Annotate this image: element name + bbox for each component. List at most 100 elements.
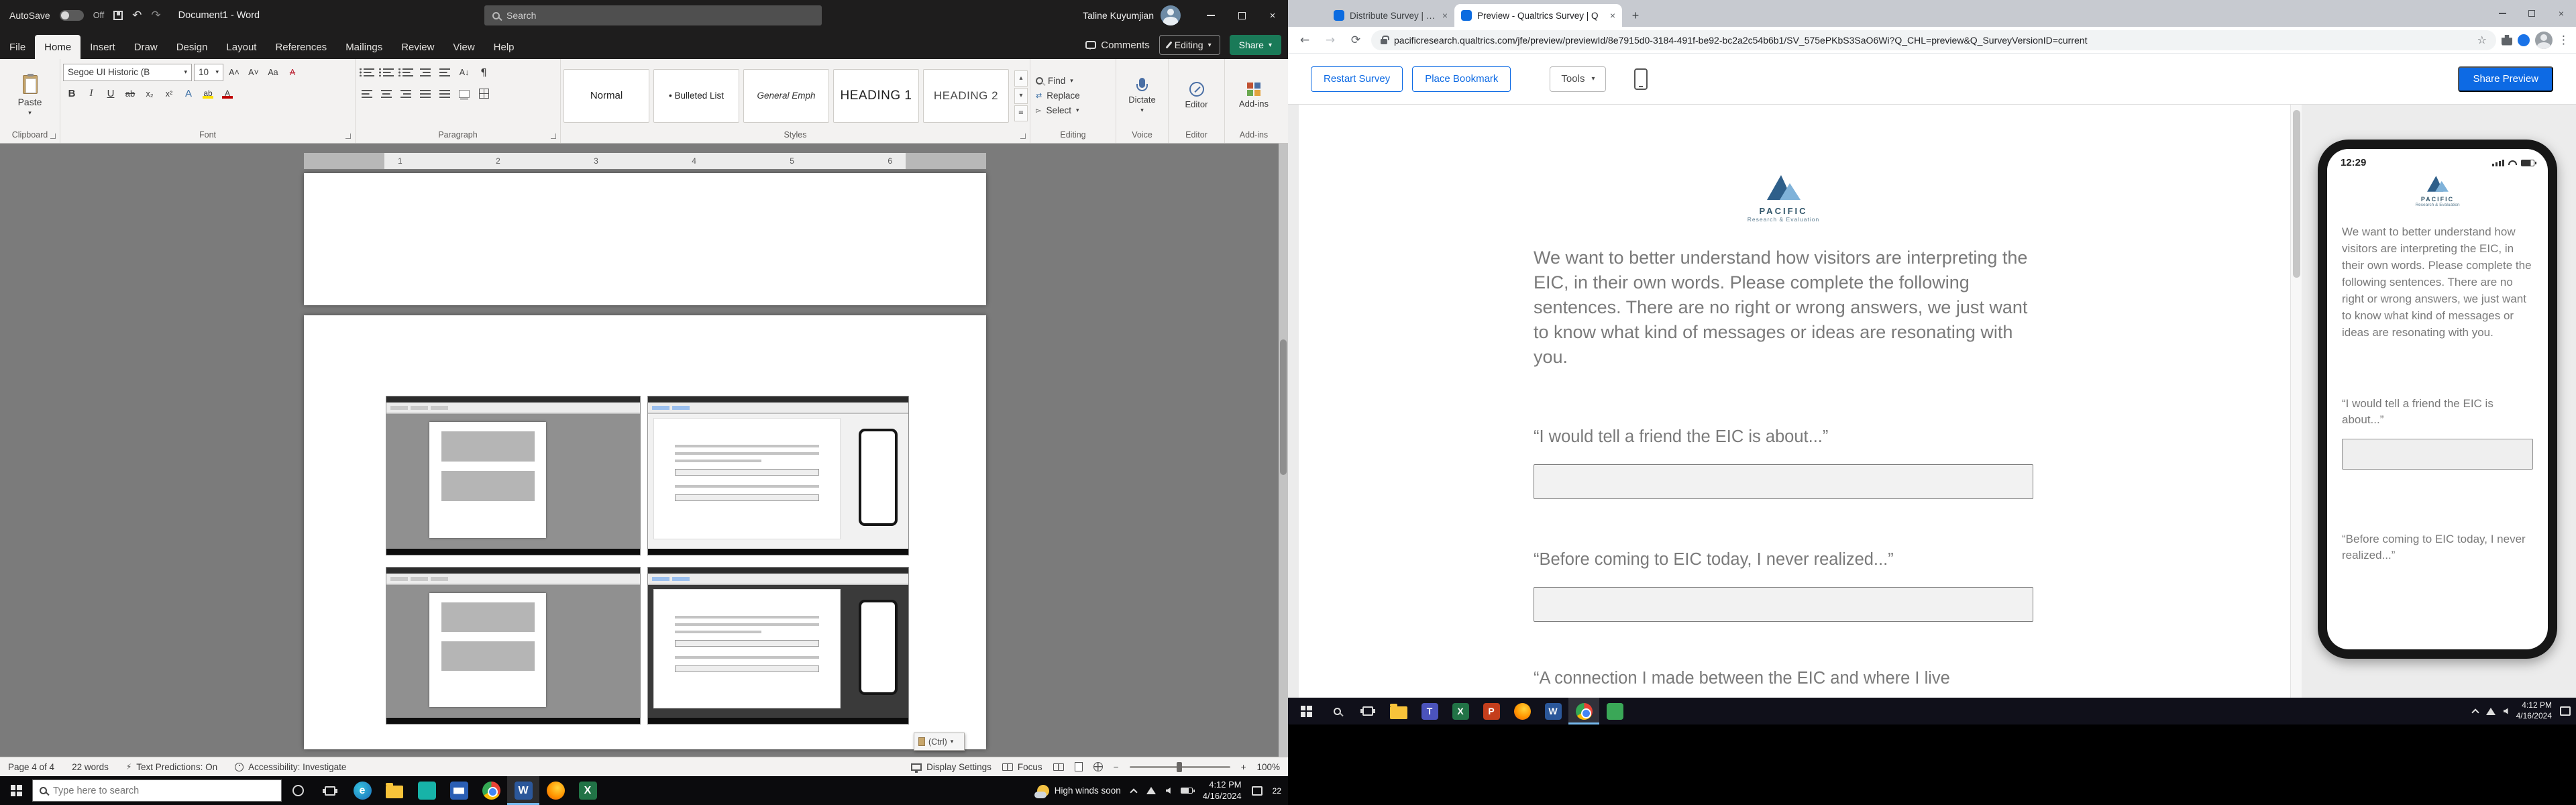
dialog-launcher-icon[interactable]: [345, 133, 351, 139]
start-button[interactable]: [0, 776, 32, 805]
share-button[interactable]: Share ▾: [1229, 35, 1281, 55]
subscript-button[interactable]: x₂: [141, 85, 158, 103]
close-button[interactable]: ×: [2546, 0, 2576, 27]
focus-mode[interactable]: Focus: [1002, 762, 1042, 772]
tab-view[interactable]: View: [443, 35, 484, 59]
taskbar-file-explorer[interactable]: [1383, 698, 1414, 724]
text-effects-button[interactable]: A: [180, 85, 197, 103]
taskbar-search-input[interactable]: [53, 785, 274, 796]
embedded-screenshot-word-2[interactable]: [386, 567, 641, 724]
extension-icon[interactable]: [2518, 34, 2530, 46]
browser-tab-distribute[interactable]: Distribute Survey | Qualtrics Ex ×: [1327, 4, 1454, 27]
comments-button[interactable]: Comments: [1085, 40, 1150, 51]
survey-answer-input-1[interactable]: [1534, 464, 2033, 499]
numbering-button[interactable]: [378, 64, 395, 81]
restart-survey-button[interactable]: Restart Survey: [1311, 66, 1403, 92]
italic-button[interactable]: I: [83, 85, 100, 103]
tab-file[interactable]: File: [0, 35, 35, 59]
embedded-screenshot-qualtrics-1[interactable]: [647, 396, 909, 555]
change-case-button[interactable]: Aa: [264, 64, 282, 81]
font-color-button[interactable]: A: [219, 85, 236, 103]
url-text[interactable]: pacificresearch.qualtrics.com/jfe/previe…: [1394, 35, 2471, 46]
taskbar-excel[interactable]: X: [1445, 698, 1476, 724]
taskbar-clock[interactable]: 4:12 PM 4/16/2024: [1203, 780, 1242, 802]
tab-design[interactable]: Design: [167, 35, 217, 59]
style-heading-1[interactable]: HEADING 1: [833, 68, 919, 123]
tab-layout[interactable]: Layout: [217, 35, 266, 59]
browser-tab-preview-active[interactable]: Preview - Qualtrics Survey | Q ×: [1454, 4, 1622, 27]
grow-font-button[interactable]: A˄: [225, 64, 243, 81]
action-center-icon[interactable]: [2560, 706, 2571, 716]
new-tab-button[interactable]: +: [1626, 6, 1645, 25]
word-count[interactable]: 22 words: [72, 762, 109, 772]
dictate-button[interactable]: Dictate ▾: [1119, 63, 1165, 128]
strikethrough-button[interactable]: ab: [121, 85, 139, 103]
show-hidden-icons-chevron[interactable]: [2471, 708, 2479, 716]
taskbar-word[interactable]: W: [1538, 698, 1568, 724]
read-mode-icon[interactable]: [1053, 763, 1064, 771]
tab-references[interactable]: References: [266, 35, 336, 59]
text-predictions[interactable]: ⚡ Text Predictions: On: [126, 762, 217, 772]
paste-options-button[interactable]: (Ctrl) ▾: [914, 733, 965, 751]
phone-survey-answer-input-1[interactable]: [2342, 439, 2533, 470]
styles-gallery-expand-icon[interactable]: ≡: [1014, 105, 1028, 121]
taskbar-excel[interactable]: X: [572, 776, 604, 805]
highlight-color-button[interactable]: ab: [199, 85, 217, 103]
refresh-button[interactable]: ⟳: [1346, 30, 1366, 50]
battery-icon[interactable]: [1180, 788, 1195, 794]
zoom-level[interactable]: 100%: [1256, 762, 1280, 772]
task-view-button[interactable]: [314, 776, 346, 805]
close-tab-icon[interactable]: ×: [1610, 10, 1615, 21]
dialog-launcher-icon[interactable]: [1020, 133, 1026, 139]
sort-button[interactable]: A↓: [455, 64, 473, 81]
account-area[interactable]: Taline K​uyumjian: [1083, 0, 1181, 31]
font-size-select[interactable]: 10 ▾: [194, 63, 223, 81]
tab-mailings[interactable]: Mailings: [336, 35, 392, 59]
show-hidden-icons-chevron[interactable]: [1130, 788, 1138, 796]
editing-mode-button[interactable]: Editing ▾: [1159, 35, 1220, 55]
align-right-button[interactable]: [397, 85, 415, 103]
restore-button[interactable]: [1226, 0, 1257, 31]
volume-icon[interactable]: [1165, 788, 1171, 794]
back-button[interactable]: ←: [1295, 30, 1315, 50]
multilevel-list-button[interactable]: [397, 64, 415, 81]
browser-menu-icon[interactable]: ⋮: [2558, 34, 2569, 47]
lock-icon[interactable]: [1381, 35, 1389, 44]
taskbar-clock[interactable]: 4:12 PM 4/16/2024: [2516, 700, 2552, 721]
taskbar-firefox[interactable]: [1507, 698, 1538, 724]
close-tab-icon[interactable]: ×: [1442, 10, 1448, 21]
taskbar-file-explorer[interactable]: [378, 776, 411, 805]
taskbar-chrome[interactable]: [475, 776, 507, 805]
display-settings[interactable]: Display Settings: [911, 762, 991, 773]
zoom-slider[interactable]: [1129, 761, 1230, 772]
pilcrow-button[interactable]: ¶: [475, 64, 492, 81]
address-bar[interactable]: pacificresearch.qualtrics.com/jfe/previe…: [1371, 30, 2496, 50]
volume-icon[interactable]: [2503, 708, 2508, 714]
borders-button[interactable]: [475, 85, 492, 103]
survey-scrollbar[interactable]: [2290, 105, 2302, 698]
style-bulleted-list[interactable]: • Bulleted List: [653, 68, 739, 123]
superscript-button[interactable]: x²: [160, 85, 178, 103]
minimize-button[interactable]: [1195, 0, 1226, 31]
undo-icon[interactable]: ↶: [132, 9, 142, 22]
autosave-toggle[interactable]: [59, 10, 84, 21]
editor-button[interactable]: Editor: [1171, 63, 1222, 128]
taskbar-search[interactable]: [32, 780, 282, 802]
zoom-slider-thumb[interactable]: [1176, 761, 1182, 772]
web-layout-icon[interactable]: [1093, 762, 1103, 771]
taskbar-word-active[interactable]: W: [507, 776, 539, 805]
survey-answer-input-2[interactable]: [1534, 587, 2033, 622]
zoom-out-button[interactable]: −: [1114, 762, 1119, 772]
tab-home[interactable]: Home: [35, 35, 81, 59]
dialog-launcher-icon[interactable]: [551, 133, 556, 139]
clear-formatting-button[interactable]: A: [284, 64, 301, 81]
find-button[interactable]: Find ▾: [1033, 76, 1113, 86]
shading-button[interactable]: [455, 85, 473, 103]
taskbar-teams[interactable]: T: [1414, 698, 1445, 724]
document-scrollbar[interactable]: [1279, 144, 1288, 757]
action-center-icon[interactable]: [1251, 786, 1263, 796]
styles-scroll-down-icon[interactable]: ▾: [1014, 87, 1028, 104]
network-icon[interactable]: [2485, 707, 2496, 715]
taskbar-powerpoint[interactable]: P: [1476, 698, 1507, 724]
taskbar-edge[interactable]: e: [346, 776, 378, 805]
